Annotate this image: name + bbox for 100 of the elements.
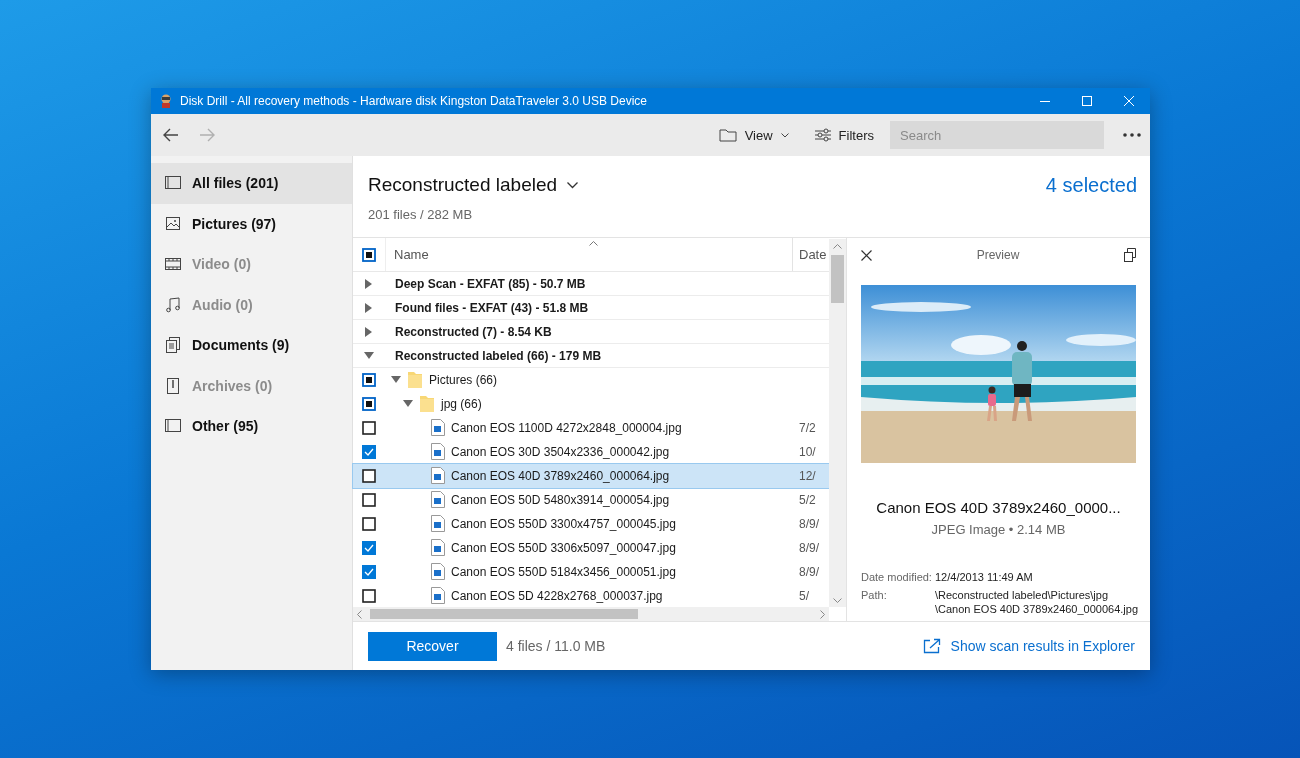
file-name: Canon EOS 550D 3300x4757_000045.jpg [451,516,676,531]
file-row[interactable]: Canon EOS 30D 3504x2336_000042.jpg 10/ [353,440,829,464]
filters-button[interactable]: Filters [804,123,884,147]
close-icon [861,249,872,261]
file-name: Canon EOS 550D 3306x5097_000047.jpg [451,540,676,555]
close-icon [1124,96,1134,106]
file-name: Canon EOS 1100D 4272x2848_000004.jpg [451,420,682,435]
collapsed-triangle-icon[interactable] [365,278,373,289]
checkbox[interactable] [362,247,376,262]
app-icon [160,94,172,108]
selection-count: 4 selected [1045,174,1137,198]
checkbox[interactable] [362,564,376,579]
checkbox[interactable] [362,372,376,387]
maximize-icon [1082,96,1092,106]
more-icon [1123,133,1141,137]
checkbox[interactable] [362,588,376,603]
checkbox[interactable] [362,396,376,411]
date-cell-text: 5/ [798,588,810,603]
window-title: Disk Drill - All recovery methods - Hardware disk Kingston DataTraveler 3.0 USB Device [180,94,649,108]
checkbox[interactable] [362,420,376,435]
pane-title: Preview [975,248,1021,262]
music-note-icon [164,295,182,314]
chevron-down-icon [780,132,789,138]
recover-button[interactable]: Recover [368,631,497,661]
selection-summary: 4 files / 11.0 MB [506,638,606,654]
file-row[interactable]: Canon EOS 550D 3306x5097_000047.jpg 8/9/ [353,536,829,560]
date-cell-text: 5/2 [798,492,817,507]
column-header[interactable]: Date [793,247,829,262]
date-cell-text: 7/2 [798,420,817,435]
scroll-up-icon [833,244,842,249]
detail-value: \Canon EOS 40D 3789x2460_000064.jpg [935,603,1140,615]
date-cell-text: 8/9/ [798,516,820,531]
expanded-triangle-icon[interactable] [391,375,401,384]
forward-arrow-icon [199,128,215,142]
file-row[interactable]: Canon EOS 50D 5480x3914_000054.jpg 5/2 [353,488,829,512]
scrollbar-thumb[interactable] [831,255,844,303]
scrollbar-thumb[interactable] [370,609,638,619]
checkbox[interactable] [362,540,376,555]
file-row[interactable]: Canon EOS 550D 3300x4757_000045.jpg 8/9/ [353,512,829,536]
folder-icon [419,394,435,413]
close-button[interactable] [861,249,872,261]
scroll-right-icon [820,609,825,619]
sidebar-item[interactable]: Other (95) [151,406,352,447]
sidebar-item[interactable]: Documents (9) [151,325,352,366]
tree-row[interactable]: Pictures (66) [353,368,829,392]
image-file-icon [431,515,445,532]
detail-value: \Reconstructed labeled\Pictures\jpg [935,589,1110,601]
search-field[interactable]: Search [890,121,1104,149]
date-cell-text: 10/ [798,444,817,459]
tree-row[interactable]: Found files - EXFAT (43) - 51.8 MB [353,296,829,320]
group-label: Reconstructed (7) - 8.54 KB [395,324,552,339]
collapsed-triangle-icon[interactable] [365,326,373,337]
documents-icon [164,336,182,355]
scroll-down-icon [833,598,842,603]
date-cell-text: 8/9/ [798,540,820,555]
image-file-icon [431,587,445,604]
sidebar-item[interactable]: Pictures (97) [151,203,352,244]
checkbox[interactable] [362,516,376,531]
folder-name: jpg (66) [441,396,482,411]
tree-row[interactable]: Reconstructed labeled (66) - 179 MB [353,344,829,368]
file-name: Canon EOS 40D 3789x2460_0000... [875,499,1122,516]
tree-row[interactable]: Deep Scan - EXFAT (85) - 50.7 MB [353,272,829,296]
column-header[interactable]: Name [385,238,793,271]
file-type: JPEG Image • 2.14 MB [930,522,1067,537]
horizontal-scrollbar[interactable] [353,607,829,621]
folder-name: Pictures (66) [429,372,498,387]
image-file-icon [431,467,445,484]
date-cell-text: 12/ [798,468,817,483]
back-arrow-icon [163,128,179,142]
chevron-down-icon[interactable] [567,181,579,189]
sort-caret-icon [589,241,598,246]
view-button[interactable]: View [708,123,799,147]
file-row[interactable]: Canon EOS 5D 4228x2768_000037.jpg 5/ [353,584,829,608]
detail-label: Path: [861,589,888,603]
checkbox[interactable] [362,468,376,483]
sidebar-item[interactable]: All files (201) [151,163,352,204]
expanded-triangle-icon[interactable] [364,351,374,360]
date-cell-text: 8/9/ [798,564,820,579]
group-label: Deep Scan - EXFAT (85) - 50.7 MB [395,276,586,291]
file-row[interactable]: Canon EOS 40D 3789x2460_000064.jpg 12/ [353,464,829,488]
copy-icon [1124,248,1136,262]
tree-row[interactable]: Reconstructed (7) - 8.54 KB [353,320,829,344]
file-row[interactable]: Canon EOS 550D 5184x3456_000051.jpg 8/9/ [353,560,829,584]
image-file-icon [431,443,445,460]
folder-title[interactable]: Reconstructed labeled [368,174,558,196]
expanded-triangle-icon[interactable] [403,399,413,408]
file-name: Canon EOS 5D 4228x2768_000037.jpg [451,588,663,603]
explorer-link[interactable]: Show scan results in Explorer [922,638,1135,654]
file-name: Canon EOS 40D 3789x2460_000064.jpg [451,468,670,483]
group-label: Found files - EXFAT (43) - 51.8 MB [395,300,589,315]
file-name: Canon EOS 50D 5480x3914_000054.jpg [451,492,670,507]
detail-value: 12/4/2013 11:49 AM [935,571,1034,583]
vertical-scrollbar[interactable] [829,239,846,607]
tree-row[interactable]: jpg (66) [353,392,829,416]
image-file-icon [431,563,445,580]
checkbox[interactable] [362,444,376,459]
checkbox[interactable] [362,492,376,507]
collapsed-triangle-icon[interactable] [365,302,373,313]
copy-button[interactable] [1124,248,1136,262]
file-row[interactable]: Canon EOS 1100D 4272x2848_000004.jpg 7/2 [353,416,829,440]
